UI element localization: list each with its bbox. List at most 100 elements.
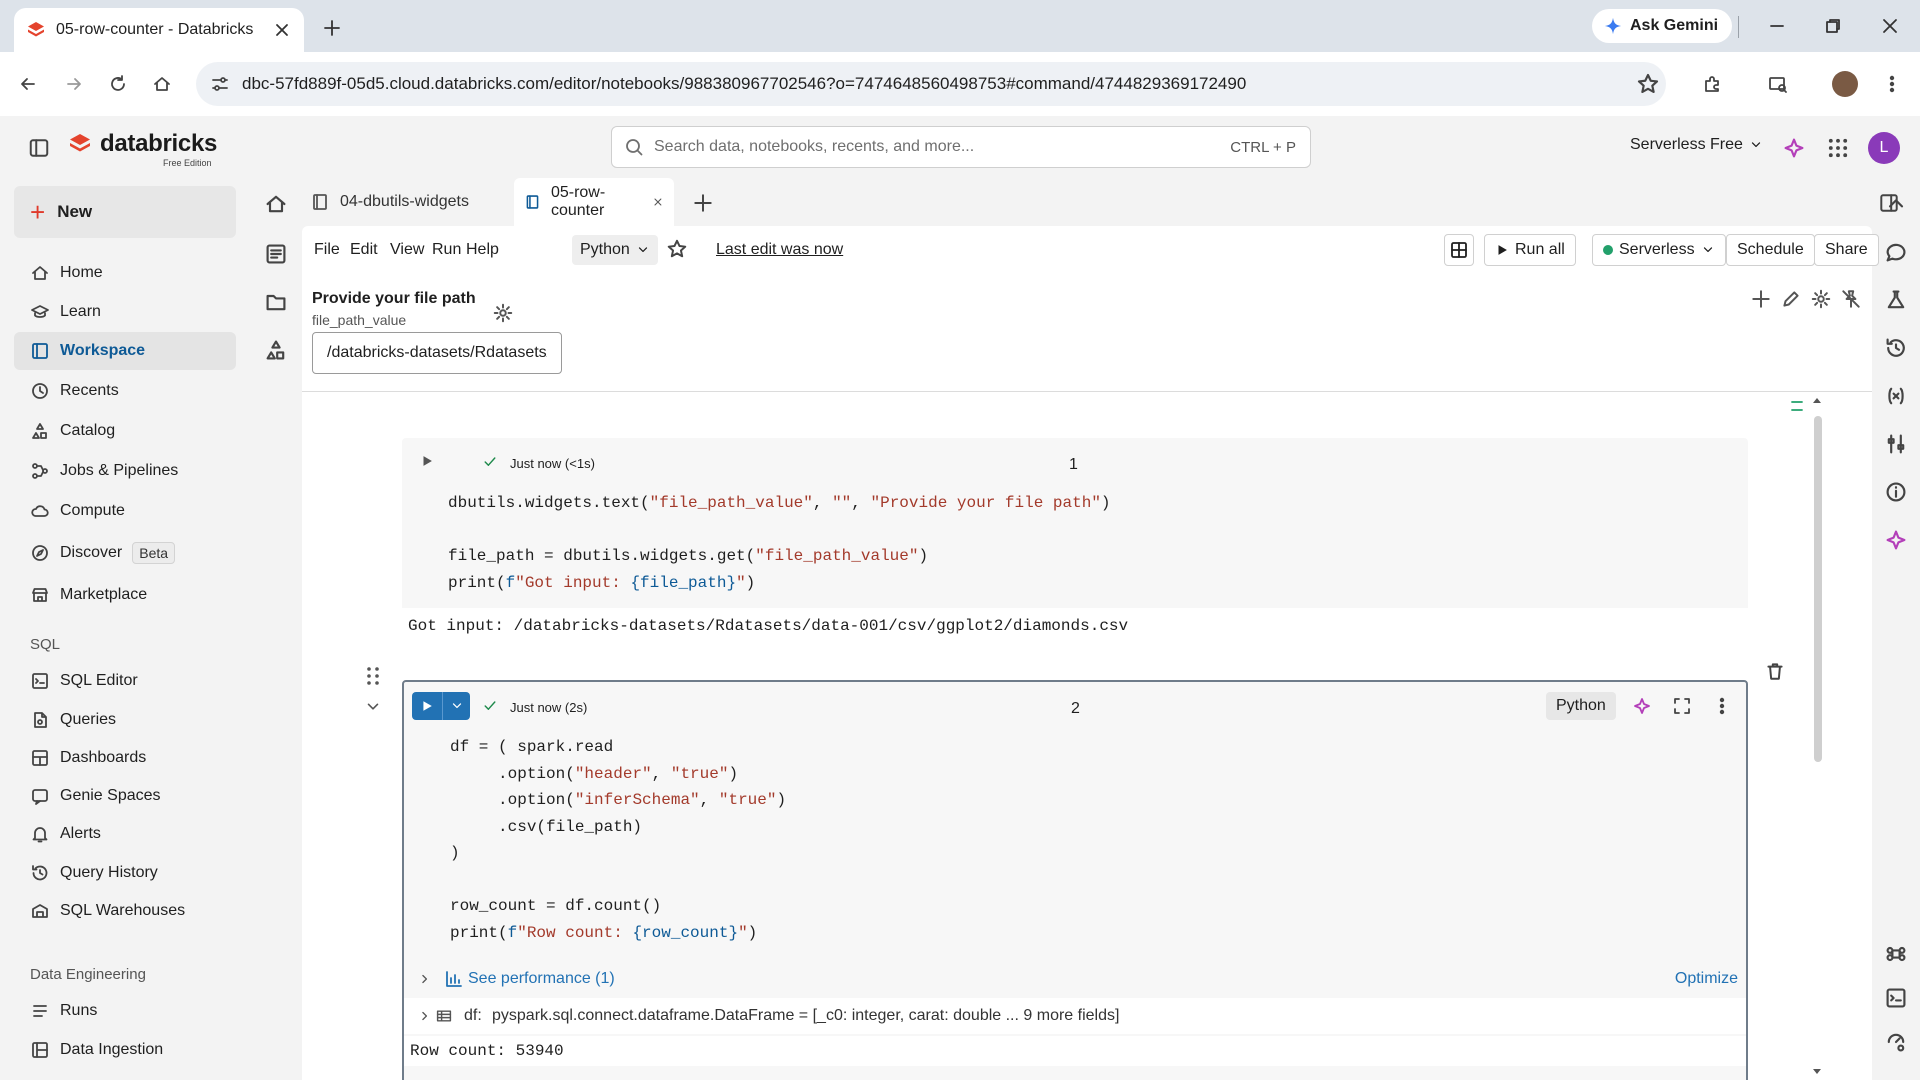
restore-button[interactable] bbox=[1821, 14, 1845, 38]
run-cell-button[interactable] bbox=[412, 692, 470, 720]
menu-run[interactable]: Run bbox=[432, 241, 461, 259]
environment-sliders-icon[interactable] bbox=[1884, 432, 1908, 456]
variables-icon[interactable] bbox=[1884, 384, 1908, 408]
browser-tab-active[interactable]: 05-row-counter - Databricks bbox=[14, 8, 304, 52]
code-cell-1[interactable]: Just now (<1s) 1 dbutils.widgets.text("f… bbox=[402, 438, 1748, 644]
assistant-sparkle-icon[interactable] bbox=[1632, 696, 1652, 716]
sidebar-item-query-history[interactable]: Query History bbox=[14, 854, 236, 892]
scroll-down-icon[interactable] bbox=[1812, 1068, 1822, 1076]
menu-view[interactable]: View bbox=[390, 241, 424, 259]
reload-button[interactable] bbox=[106, 72, 130, 96]
gear-icon[interactable] bbox=[1810, 288, 1832, 310]
optimize-link[interactable]: Optimize bbox=[1675, 970, 1738, 988]
address-bar[interactable]: dbc-57fd889f-05d5.cloud.databricks.com/e… bbox=[196, 62, 1666, 106]
code-cell-2[interactable]: Just now (2s) 2 Python df = ( spark.read… bbox=[402, 680, 1748, 1080]
cell-code[interactable]: df = ( spark.read .option("header", "tru… bbox=[450, 734, 786, 946]
table-of-contents-icon[interactable] bbox=[264, 242, 288, 266]
sidebar-item-marketplace[interactable]: Marketplace bbox=[14, 576, 236, 614]
browser-profile-avatar[interactable] bbox=[1832, 71, 1858, 97]
pencil-icon[interactable] bbox=[1780, 288, 1802, 310]
workspace-switcher[interactable]: Serverless Free bbox=[1630, 136, 1763, 154]
assistant-sparkle-icon[interactable] bbox=[1782, 136, 1806, 160]
tab-search-button[interactable] bbox=[1766, 72, 1790, 96]
home-button[interactable] bbox=[150, 72, 174, 96]
browser-menu-button[interactable] bbox=[1880, 72, 1904, 96]
cell-language-badge[interactable]: Python bbox=[1546, 692, 1616, 720]
site-info-icon[interactable] bbox=[210, 74, 230, 94]
sidebar-item-sql-warehouses[interactable]: SQL Warehouses bbox=[14, 892, 236, 930]
assistant-sparkle-icon[interactable] bbox=[1884, 528, 1908, 552]
sidebar-item-alerts[interactable]: Alerts bbox=[14, 815, 236, 853]
see-performance-link[interactable]: See performance (1) bbox=[468, 970, 615, 988]
sidebar-toggle-icon[interactable] bbox=[28, 137, 50, 159]
last-edit-link[interactable]: Last edit was now bbox=[716, 241, 843, 259]
tab-05-row-counter[interactable]: 05-row-counter bbox=[514, 178, 674, 226]
info-icon[interactable] bbox=[1884, 480, 1908, 504]
scrollbar-thumb[interactable] bbox=[1814, 416, 1822, 762]
chevron-down-icon[interactable] bbox=[364, 698, 382, 716]
run-all-button[interactable]: Run all bbox=[1484, 234, 1576, 266]
bookmark-star-icon[interactable] bbox=[1636, 72, 1660, 96]
experiment-flask-icon[interactable] bbox=[1884, 288, 1908, 312]
sidebar-item-catalog[interactable]: Catalog bbox=[14, 412, 236, 450]
scroll-up-icon[interactable] bbox=[1812, 396, 1822, 404]
sidebar-item-home[interactable]: Home bbox=[14, 254, 236, 292]
ask-gemini-button[interactable]: Ask Gemini bbox=[1592, 9, 1733, 43]
back-button[interactable] bbox=[16, 72, 40, 96]
favorite-star-icon[interactable] bbox=[666, 238, 688, 260]
add-widget-icon[interactable] bbox=[1750, 288, 1772, 310]
compute-status-icon[interactable] bbox=[1884, 1030, 1908, 1054]
close-tab-icon[interactable] bbox=[272, 20, 292, 40]
menu-edit[interactable]: Edit bbox=[350, 241, 378, 259]
kebab-menu-icon[interactable] bbox=[1712, 696, 1732, 716]
sidebar-item-compute[interactable]: Compute bbox=[14, 492, 236, 530]
close-window-button[interactable] bbox=[1878, 14, 1902, 38]
new-tab-button[interactable] bbox=[318, 14, 346, 42]
sidebar-item-dashboards[interactable]: Dashboards bbox=[14, 739, 236, 777]
history-icon[interactable] bbox=[1884, 336, 1908, 360]
drag-handle-icon[interactable] bbox=[364, 664, 382, 688]
language-select[interactable]: Python bbox=[572, 235, 658, 265]
new-button[interactable]: + New bbox=[14, 186, 236, 238]
add-tab-icon[interactable] bbox=[692, 192, 714, 214]
keyboard-shortcuts-icon[interactable] bbox=[1884, 942, 1908, 966]
global-search-input[interactable]: Search data, notebooks, recents, and mor… bbox=[611, 126, 1311, 168]
sidebar-item-jobs-pipelines[interactable]: Jobs & Pipelines bbox=[14, 452, 236, 490]
terminal-icon[interactable] bbox=[1884, 986, 1908, 1010]
gear-icon[interactable] bbox=[492, 302, 514, 324]
sidebar-item-discover[interactable]: Discover Beta bbox=[14, 534, 236, 572]
dataframe-schema-row[interactable]: df: pyspark.sql.connect.dataframe.DataFr… bbox=[404, 998, 1746, 1034]
user-avatar[interactable]: L bbox=[1868, 132, 1900, 164]
notebook-scrollbar[interactable] bbox=[1810, 392, 1824, 1080]
menu-file[interactable]: File bbox=[314, 241, 340, 259]
file-path-input[interactable] bbox=[312, 332, 562, 374]
extensions-button[interactable] bbox=[1700, 72, 1724, 96]
sidebar-item-workspace[interactable]: Workspace bbox=[14, 332, 236, 370]
comment-icon[interactable] bbox=[1884, 240, 1908, 264]
schedule-button[interactable]: Schedule bbox=[1726, 234, 1815, 266]
trash-icon[interactable] bbox=[1764, 660, 1786, 682]
sidebar-item-sql-editor[interactable]: SQL Editor bbox=[14, 662, 236, 700]
sidebar-item-learn[interactable]: Learn bbox=[14, 293, 236, 331]
cell-code[interactable]: dbutils.widgets.text("file_path_value", … bbox=[448, 490, 1111, 596]
sidebar-item-genie-spaces[interactable]: Genie Spaces bbox=[14, 777, 236, 815]
tab-04-dbutils-widgets[interactable]: 04-dbutils-widgets bbox=[300, 178, 479, 226]
see-performance-row[interactable]: See performance (1) Optimize bbox=[404, 962, 1746, 996]
forward-button[interactable] bbox=[62, 72, 86, 96]
menu-help[interactable]: Help bbox=[466, 241, 499, 259]
minimize-button[interactable] bbox=[1765, 14, 1789, 38]
sidebar-item-data-ingestion[interactable]: Data Ingestion bbox=[14, 1031, 236, 1069]
sidebar-item-runs[interactable]: Runs bbox=[14, 992, 236, 1030]
catalog-icon[interactable] bbox=[264, 338, 288, 362]
pin-off-icon[interactable] bbox=[1840, 288, 1862, 310]
compute-selector[interactable]: Serverless bbox=[1592, 234, 1726, 266]
chevron-up-icon[interactable] bbox=[1884, 192, 1908, 216]
play-icon[interactable] bbox=[420, 454, 434, 468]
close-tab-icon[interactable] bbox=[652, 195, 664, 209]
home-icon[interactable] bbox=[264, 192, 288, 216]
sidebar-item-queries[interactable]: Queries bbox=[14, 701, 236, 739]
apps-grid-icon[interactable] bbox=[1826, 136, 1850, 160]
layout-toggle-button[interactable] bbox=[1444, 234, 1474, 266]
fullscreen-icon[interactable] bbox=[1672, 696, 1692, 716]
share-button[interactable]: Share bbox=[1814, 234, 1879, 266]
